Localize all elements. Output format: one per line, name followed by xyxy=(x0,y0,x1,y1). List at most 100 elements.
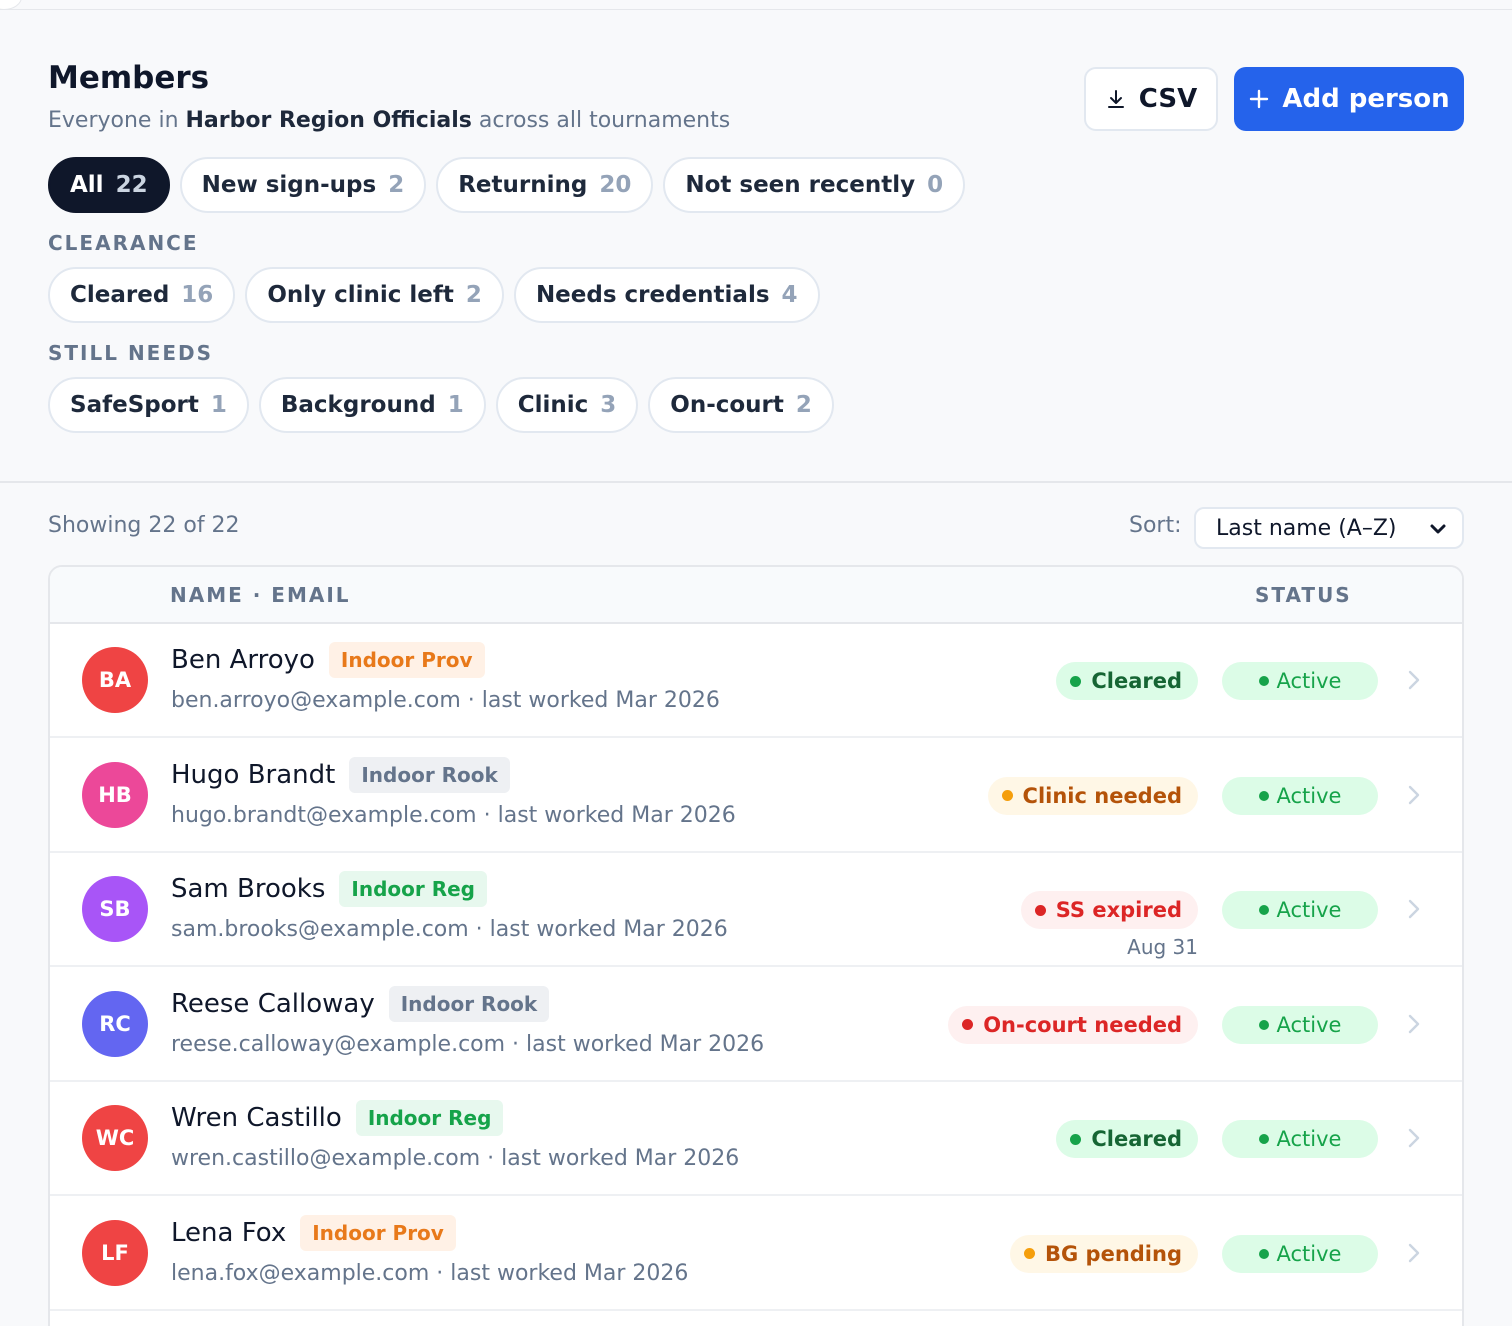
member-email: wren.castillo@example.com xyxy=(171,1146,481,1171)
chip-count: 2 xyxy=(388,172,405,198)
chip-count: 1 xyxy=(210,392,227,418)
chip-count: 2 xyxy=(465,282,482,308)
member-email: ben.arroyo@example.com xyxy=(171,688,461,713)
chip-count: 22 xyxy=(115,172,148,198)
chip-count: 2 xyxy=(795,392,812,418)
chip-label: All xyxy=(70,172,104,198)
column-header-status: STATUS xyxy=(1255,583,1352,607)
status-text: SS expired xyxy=(1055,898,1182,922)
csv-label: CSV xyxy=(1138,84,1198,114)
last-worked: · last worked Mar 2026 xyxy=(429,1260,689,1286)
clearance-section-label: CLEARANCE xyxy=(48,231,199,255)
filter-chip-on-court[interactable]: On-court 2 xyxy=(648,377,834,433)
filter-chip-not-seen-recently[interactable]: Not seen recently 0 xyxy=(663,157,966,213)
page-subtitle: Everyone in Harbor Region Officials acro… xyxy=(48,108,730,133)
level-badge: Indoor Reg xyxy=(339,871,487,907)
name-line: Reese Calloway Indoor Rook xyxy=(171,985,550,1022)
filter-chip-cleared[interactable]: Cleared 16 xyxy=(48,267,236,323)
table-row[interactable]: BA Ben Arroyo Indoor Prov ben.arroyo@exampl… xyxy=(50,624,1462,738)
member-name: Hugo Brandt xyxy=(171,759,336,790)
sort-select[interactable]: Last name (A–Z) xyxy=(1194,507,1464,549)
chip-label: SafeSport xyxy=(70,392,199,418)
filter-chip-returning[interactable]: Returning 20 xyxy=(436,157,654,213)
filter-chip-only-clinic-left[interactable]: Only clinic left 2 xyxy=(245,267,504,323)
active-text: Active xyxy=(1276,669,1342,693)
subtitle-prefix: Everyone in xyxy=(48,108,186,133)
add-person-button[interactable]: Add person xyxy=(1234,67,1464,131)
csv-export-button[interactable]: CSV xyxy=(1084,67,1218,131)
filter-chip-new-signups[interactable]: New sign-ups 2 xyxy=(179,157,427,213)
avatar: BA xyxy=(82,647,148,713)
audience-filter-row: All 22 New sign-ups 2 Returning 20 Not seen… xyxy=(48,157,966,213)
sort-label: Sort: xyxy=(1129,513,1182,538)
clearance-status: BG pending xyxy=(1010,1234,1198,1273)
active-text: Active xyxy=(1276,1127,1342,1151)
add-person-label: Add person xyxy=(1282,84,1450,114)
level-badge: Indoor Rook xyxy=(349,756,510,793)
chip-count: 0 xyxy=(927,172,944,198)
clearance-status: Clinic needed xyxy=(987,776,1198,815)
status-dot-icon xyxy=(1001,790,1013,801)
table-row[interactable]: LF Lena Fox Indoor Prov lena.fox@example.co… xyxy=(50,1197,1462,1311)
member-name: Lena Fox xyxy=(171,1217,287,1248)
subtitle-suffix: across all tournaments xyxy=(471,108,731,133)
status-text: Cleared xyxy=(1091,1127,1182,1151)
member-name: Reese Calloway xyxy=(171,988,375,1019)
active-dot-icon xyxy=(1258,790,1269,801)
table-row[interactable]: SB Sam Brooks Indoor Reg sam.brooks@example… xyxy=(50,853,1462,967)
filter-chip-needs-credentials[interactable]: Needs credentials 4 xyxy=(513,267,820,323)
last-worked: · last worked Mar 2026 xyxy=(468,917,728,942)
level-badge: Indoor Prov xyxy=(300,1214,456,1251)
top-border xyxy=(0,9,1512,10)
clearance-status: Cleared xyxy=(1056,1120,1198,1158)
member-email: reese.calloway@example.com xyxy=(171,1031,506,1057)
table-row[interactable]: RC Reese Calloway Indoor Rook reese.callowa… xyxy=(50,968,1462,1082)
name-line: Lena Fox Indoor Prov xyxy=(171,1214,456,1251)
email-line: reese.calloway@example.com · last worked… xyxy=(171,1032,764,1057)
chip-count: 3 xyxy=(600,392,617,418)
clearance-status: SS expired Aug 31 xyxy=(1020,891,1198,959)
status-badge: BG pending xyxy=(1010,1234,1198,1273)
active-badge: Active xyxy=(1222,776,1378,815)
status-subtext: Aug 31 xyxy=(1127,935,1198,959)
column-header-name-email: NAME · EMAIL xyxy=(170,583,351,607)
last-worked: · last worked Mar 2026 xyxy=(460,688,720,713)
chevron-right-icon xyxy=(1408,1128,1420,1148)
chip-label: Only clinic left xyxy=(267,282,454,308)
showing-count: Showing 22 of 22 xyxy=(48,513,240,538)
status-dot-icon xyxy=(1070,675,1082,687)
status-badge: Cleared xyxy=(1056,1120,1198,1158)
download-icon xyxy=(1107,90,1124,108)
table-row[interactable]: HB Hugo Brandt Indoor Rook hugo.brandt@exam… xyxy=(50,739,1462,853)
chip-label: Returning xyxy=(458,172,588,198)
active-dot-icon xyxy=(1258,1019,1269,1030)
filter-chip-clinic[interactable]: Clinic 3 xyxy=(495,377,639,433)
active-dot-icon xyxy=(1258,905,1269,915)
status-badge: Clinic needed xyxy=(987,776,1198,815)
avatar: SB xyxy=(82,876,148,942)
chip-count: 4 xyxy=(781,282,798,308)
filter-chip-all[interactable]: All 22 xyxy=(48,157,170,213)
avatar: WC xyxy=(82,1105,148,1171)
level-badge: Indoor Prov xyxy=(328,642,485,678)
chip-label: On-court xyxy=(670,392,784,418)
members-table: NAME · EMAIL STATUS BA Ben Arroyo Indoor P… xyxy=(48,565,1464,1326)
still-needs-section-label: STILL NEEDS xyxy=(48,341,214,365)
email-line: ben.arroyo@example.com · last worked Mar… xyxy=(171,688,720,713)
chevron-right-icon xyxy=(1408,899,1420,919)
filter-chip-background[interactable]: Background 1 xyxy=(258,377,486,433)
name-line: Sam Brooks Indoor Reg xyxy=(171,871,487,907)
page-header: Members Everyone in Harbor Region Offici… xyxy=(48,60,1464,140)
sort-value: Last name (A–Z) xyxy=(1216,515,1397,541)
member-email: hugo.brandt@example.com xyxy=(171,802,477,828)
active-badge: Active xyxy=(1222,891,1378,929)
active-badge: Active xyxy=(1222,662,1378,700)
section-divider xyxy=(0,481,1512,483)
chevron-right-icon xyxy=(1408,1014,1420,1033)
active-dot-icon xyxy=(1258,1248,1269,1259)
name-line: Wren Castillo Indoor Reg xyxy=(171,1100,504,1136)
filter-chip-safesport[interactable]: SafeSport 1 xyxy=(48,377,249,433)
table-row[interactable]: WC Wren Castillo Indoor Reg wren.castillo@e… xyxy=(50,1082,1462,1196)
member-name: Sam Brooks xyxy=(171,874,326,904)
page-title: Members xyxy=(48,60,210,96)
